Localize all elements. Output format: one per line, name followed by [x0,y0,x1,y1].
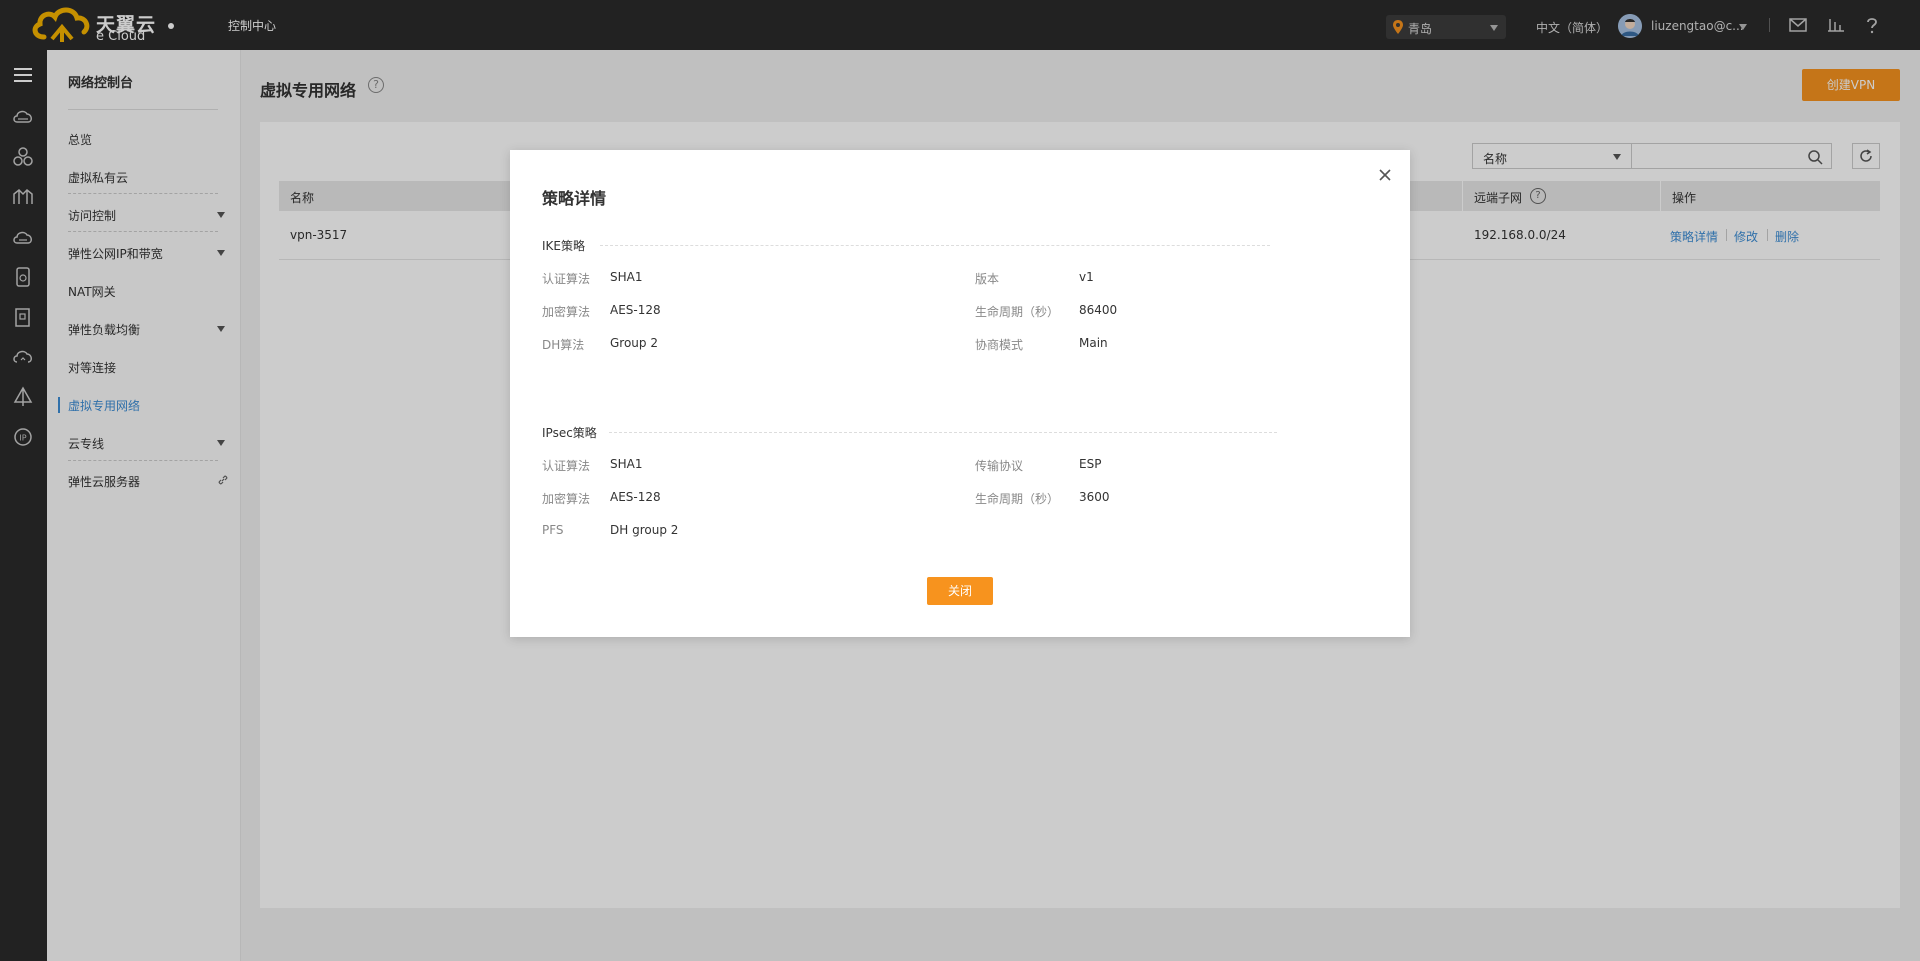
ike-mode-value: Main [1079,336,1108,350]
ipsec-auth-value: SHA1 [610,457,643,471]
dialog-title: 策略详情 [542,189,607,208]
ipsec-protocol-value: ESP [1079,457,1102,471]
ipsec-lifetime-label: 生命周期（秒） [975,492,1060,506]
ipsec-pfs-label: PFS [542,523,564,537]
ike-enc-value: AES-128 [610,303,661,317]
ike-dh-value: Group 2 [610,336,658,350]
ike-version-value: v1 [1079,270,1094,284]
close-icon[interactable] [1378,168,1392,182]
ipsec-section-title: IPsec策略 [542,426,597,440]
ike-lifetime-label: 生命周期（秒） [975,305,1060,319]
ipsec-auth-label: 认证算法 [542,459,591,473]
ike-dh-label: DH算法 [542,338,585,352]
policy-detail-dialog: 策略详情 IKE策略 认证算法 SHA1 版本 v1 加密算法 AES-128 … [510,150,1410,637]
divider [609,432,1277,433]
ipsec-protocol-label: 传输协议 [975,459,1024,473]
ike-auth-value: SHA1 [610,270,643,284]
ike-lifetime-value: 86400 [1079,303,1118,317]
ike-version-label: 版本 [975,272,1000,286]
ike-auth-label: 认证算法 [542,272,591,286]
ike-enc-label: 加密算法 [542,305,591,319]
ipsec-pfs-value: DH group 2 [610,523,679,537]
close-button[interactable]: 关闭 [927,577,993,605]
ipsec-lifetime-value: 3600 [1079,490,1110,504]
ipsec-enc-value: AES-128 [610,490,661,504]
ike-section-title: IKE策略 [542,239,585,253]
ipsec-enc-label: 加密算法 [542,492,591,506]
ike-mode-label: 协商模式 [975,338,1024,352]
divider [600,245,1270,246]
